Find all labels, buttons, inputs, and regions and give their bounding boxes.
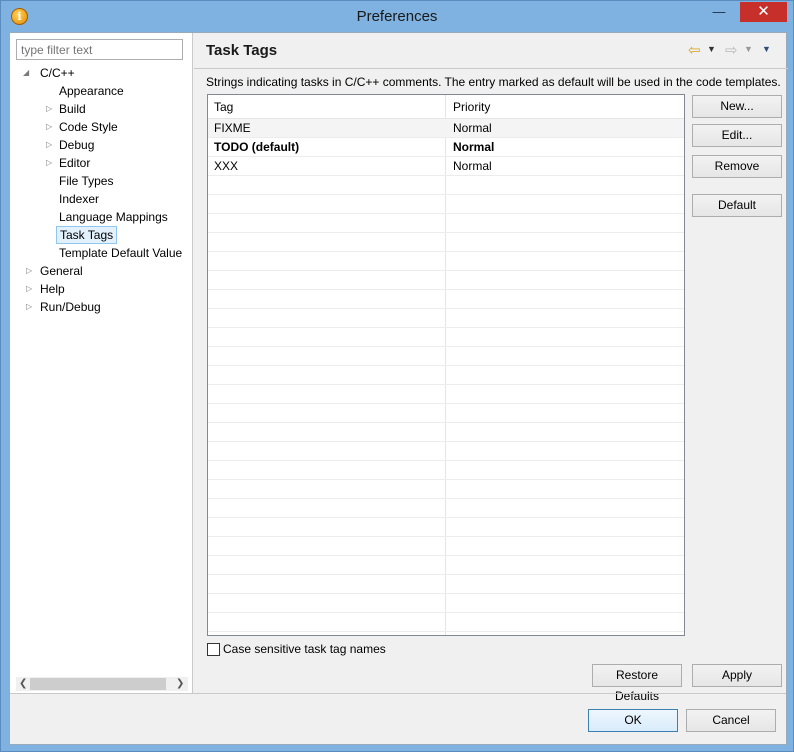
empty-table-row	[208, 594, 684, 613]
tree-item-file-types[interactable]: File Types	[56, 172, 116, 190]
apply-button[interactable]: Apply	[692, 664, 782, 687]
empty-table-row	[208, 290, 684, 309]
empty-table-row	[208, 214, 684, 233]
empty-table-row	[208, 366, 684, 385]
empty-table-row	[208, 252, 684, 271]
tree-item-run-debug[interactable]: Run/Debug	[37, 298, 104, 316]
scrollbar-thumb[interactable]	[30, 678, 166, 690]
empty-table-row	[208, 309, 684, 328]
task-tags-table[interactable]: Tag Priority FIXME Normal TODO (default)…	[207, 94, 685, 636]
header-separator	[194, 68, 788, 69]
empty-table-row	[208, 328, 684, 347]
collapsed-arrow-icon[interactable]: ▷	[46, 100, 52, 118]
tree-item-build[interactable]: Build	[56, 100, 89, 118]
empty-table-row	[208, 575, 684, 594]
collapsed-arrow-icon[interactable]: ▷	[26, 262, 32, 280]
collapsed-arrow-icon[interactable]: ▷	[46, 136, 52, 154]
empty-table-row	[208, 271, 684, 290]
column-header-tag[interactable]: Tag	[214, 100, 233, 114]
tree-item-general[interactable]: General	[37, 262, 86, 280]
window-title: Preferences	[356, 8, 438, 25]
minimize-button[interactable]: —	[706, 2, 732, 22]
empty-table-row	[208, 461, 684, 480]
empty-table-row	[208, 423, 684, 442]
collapsed-arrow-icon[interactable]: ▷	[26, 280, 32, 298]
restore-defaults-button[interactable]: Restore Defaults	[592, 664, 682, 703]
tree-item-appearance[interactable]: Appearance	[56, 82, 127, 100]
empty-table-row	[208, 385, 684, 404]
cell-priority: Normal	[453, 121, 492, 135]
tree-item-code-style[interactable]: Code Style	[56, 118, 121, 136]
back-arrow-icon[interactable]: ⇦	[688, 41, 701, 59]
empty-table-row	[208, 499, 684, 518]
scroll-right-icon[interactable]: ❯	[176, 677, 184, 691]
empty-table-row	[208, 442, 684, 461]
empty-table-row	[208, 613, 684, 632]
tree-item-help[interactable]: Help	[37, 280, 68, 298]
cell-priority: Normal	[453, 140, 495, 154]
ok-button[interactable]: OK	[588, 709, 678, 732]
cell-priority: Normal	[453, 159, 492, 173]
table-row[interactable]: TODO (default) Normal	[208, 138, 684, 157]
tree-horizontal-scrollbar[interactable]: ❮ ❯	[16, 677, 188, 691]
back-dropdown-icon[interactable]: ▼	[707, 44, 716, 54]
empty-table-row	[208, 176, 684, 195]
collapsed-arrow-icon[interactable]: ▷	[26, 298, 32, 316]
case-sensitive-label[interactable]: Case sensitive task tag names	[223, 642, 386, 656]
dialog-client-area: ◢ C/C++ Appearance ▷ Build ▷ Code Style …	[9, 32, 788, 745]
tree-item-debug[interactable]: Debug	[56, 136, 97, 154]
preferences-window: i Preferences — ✕ ◢ C/C++ Appearance ▷ B…	[0, 0, 794, 752]
cell-tag: FIXME	[214, 121, 251, 135]
case-sensitive-checkbox[interactable]	[207, 643, 220, 656]
remove-button[interactable]: Remove	[692, 155, 782, 178]
collapsed-arrow-icon[interactable]: ▷	[46, 154, 52, 172]
table-header: Tag Priority	[208, 95, 684, 119]
forward-arrow-icon[interactable]: ⇨	[725, 41, 738, 59]
empty-table-row	[208, 195, 684, 214]
table-row[interactable]: XXX Normal	[208, 157, 684, 176]
table-row[interactable]: FIXME Normal	[208, 119, 684, 138]
title-bar: i Preferences — ✕	[1, 1, 793, 32]
empty-table-row	[208, 404, 684, 423]
empty-table-row	[208, 556, 684, 575]
collapsed-arrow-icon[interactable]: ▷	[46, 118, 52, 136]
empty-table-row	[208, 480, 684, 499]
page-description: Strings indicating tasks in C/C++ commen…	[206, 75, 781, 89]
close-button[interactable]: ✕	[740, 2, 787, 22]
column-header-priority[interactable]: Priority	[453, 100, 490, 114]
preference-page: Task Tags ⇦ ▼ ⇨ ▼ ▼ Strings indicating t…	[194, 33, 788, 703]
empty-table-row	[208, 518, 684, 537]
page-title: Task Tags	[206, 42, 278, 59]
cell-tag: XXX	[214, 159, 239, 173]
tree-item-task-tags[interactable]: Task Tags	[56, 226, 118, 244]
tree-item-language-mappings[interactable]: Language Mappings	[56, 208, 171, 226]
cancel-button[interactable]: Cancel	[686, 709, 776, 732]
empty-table-row	[208, 537, 684, 556]
filter-input[interactable]	[16, 39, 183, 60]
tree-item-cpp[interactable]: C/C++	[37, 64, 78, 82]
tree-item-indexer[interactable]: Indexer	[56, 190, 102, 208]
preference-tree-pane: ◢ C/C++ Appearance ▷ Build ▷ Code Style …	[10, 33, 193, 693]
footer-separator	[10, 693, 786, 694]
forward-dropdown-icon[interactable]: ▼	[744, 44, 753, 54]
empty-table-row	[208, 233, 684, 252]
expanded-arrow-icon[interactable]: ◢	[23, 64, 29, 82]
tree-item-editor[interactable]: Editor	[56, 154, 93, 172]
new-button[interactable]: New...	[692, 95, 782, 118]
cell-tag: TODO (default)	[214, 140, 300, 154]
tree-item-template-default-value[interactable]: Template Default Value	[56, 244, 185, 262]
empty-table-row	[208, 347, 684, 366]
default-button[interactable]: Default	[692, 194, 782, 217]
scroll-left-icon[interactable]: ❮	[19, 677, 27, 691]
view-menu-icon[interactable]: ▼	[762, 44, 771, 54]
edit-button[interactable]: Edit...	[692, 124, 782, 147]
